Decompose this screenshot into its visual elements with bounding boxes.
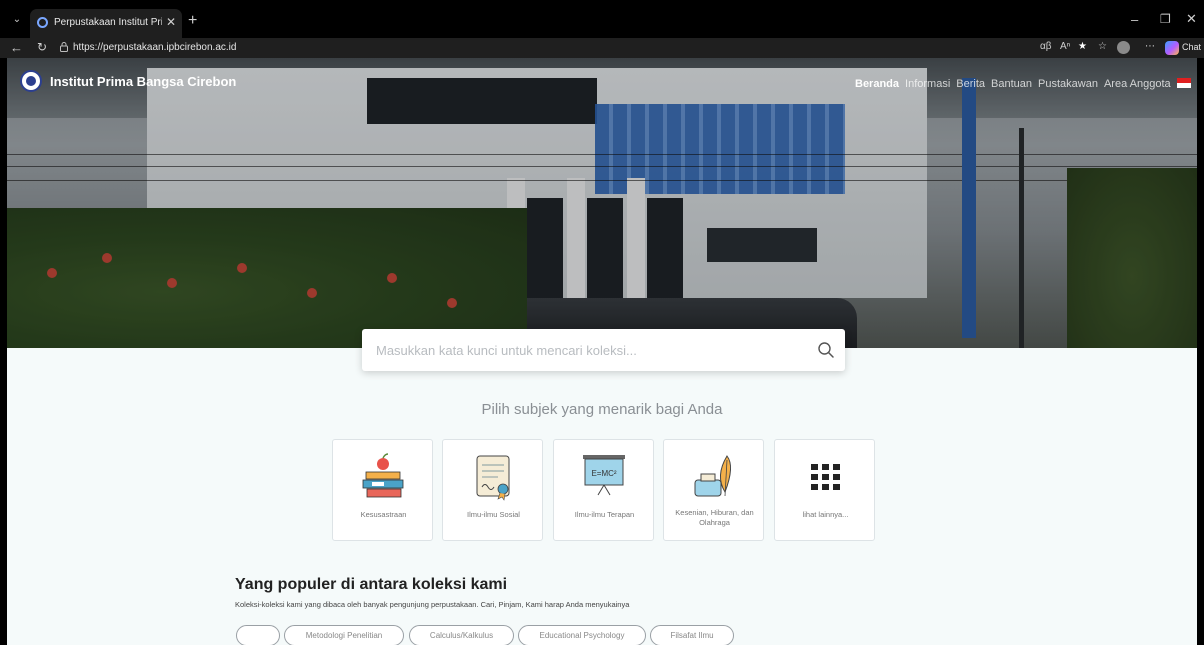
popular-title: Yang populer di antara koleksi kami <box>235 576 508 593</box>
books-apple-icon <box>362 453 404 498</box>
more-icon[interactable]: ⋯ <box>1145 41 1155 53</box>
read-aloud-icon[interactable]: Aⁿ <box>1060 41 1070 53</box>
reload-icon[interactable]: ↻ <box>37 40 47 54</box>
topic-chip-calculus[interactable]: Calculus/Kalkulus <box>409 625 514 645</box>
topic-chip-metodologi[interactable]: Metodologi Penelitian <box>284 625 404 645</box>
page-viewport: Institut Prima Bangsa Cirebon Beranda Inf… <box>7 58 1197 645</box>
subject-card-kesenian[interactable]: Kesenian, Hiburan, dan Olahraga <box>663 439 764 541</box>
subject-label: Ilmu-ilmu Terapan <box>574 510 635 519</box>
nav-item-informasi[interactable]: Informasi <box>905 77 950 91</box>
language-flag-icon[interactable] <box>1176 78 1191 88</box>
formula-text: E=MC² <box>591 469 616 478</box>
new-tab-icon[interactable]: + <box>188 13 197 29</box>
restore-icon[interactable]: ❐ <box>1160 12 1171 26</box>
minimize-icon[interactable]: – <box>1131 12 1138 27</box>
browser-tabbar: ⌄ Perpustakaan Institut Prima Bangsa ✕ +… <box>0 0 1204 38</box>
topic-chip-educational-psychology[interactable]: Educational Psychology <box>518 625 646 645</box>
topic-chip[interactable] <box>236 625 280 645</box>
nav-item-bantuan[interactable]: Bantuan <box>991 77 1032 91</box>
subject-heading: Pilih subjek yang menarik bagi Anda <box>481 401 723 418</box>
favorites-icon[interactable]: ☆ <box>1098 41 1107 53</box>
search-box <box>362 329 845 371</box>
close-icon[interactable]: ✕ <box>166 15 176 29</box>
favorite-star-icon[interactable]: ★ <box>1078 41 1087 53</box>
subject-label: Ilmu-ilmu Sosial <box>467 510 520 519</box>
address-bar: ← ↻ https://perpustakaan.ipbcirebon.ac.i… <box>0 38 1204 58</box>
top-navigation: Beranda Informasi Berita Bantuan Pustakawan A… <box>855 74 1191 91</box>
subject-label: Kesenian, Hiburan, dan Olahraga <box>675 508 754 527</box>
certificate-icon <box>476 455 510 501</box>
chat-label[interactable]: Chat <box>1182 42 1201 52</box>
subject-cards: Kesusastraan Ilmu-ilmu Sosial E=MC² Ilmu… <box>332 439 877 541</box>
subject-card-ilmu-sosial[interactable]: Ilmu-ilmu Sosial <box>442 439 543 541</box>
brand-name: Institut Prima Bangsa Cirebon <box>50 74 237 89</box>
formula-board-icon: E=MC² <box>583 455 625 496</box>
nav-item-berita[interactable]: Berita <box>956 77 985 91</box>
topic-chip-filsafat-ilmu[interactable]: Filsafat Ilmu <box>650 625 734 645</box>
tab-dropdown-icon[interactable]: ⌄ <box>9 14 25 26</box>
subject-label: lihat lainnya... <box>802 510 849 519</box>
url-field[interactable]: https://perpustakaan.ipbcirebon.ac.id <box>54 40 1034 56</box>
nav-item-area-anggota[interactable]: Area Anggota <box>1104 77 1171 91</box>
tab-favicon-icon <box>37 17 48 28</box>
back-icon[interactable]: ← <box>10 40 23 55</box>
window-close-icon[interactable]: ✕ <box>1186 11 1197 27</box>
browser-tab[interactable]: Perpustakaan Institut Prima Bangsa ✕ <box>30 9 182 38</box>
subject-card-kesusastraan[interactable]: Kesusastraan <box>332 439 433 541</box>
subject-card-ilmu-terapan[interactable]: E=MC² Ilmu-ilmu Terapan <box>553 439 654 541</box>
ink-quill-icon <box>694 455 731 497</box>
translate-icon[interactable]: αβ <box>1040 41 1052 53</box>
tab-title: Perpustakaan Institut Prima Bangsa <box>54 17 162 28</box>
subject-label: Kesusastraan <box>360 510 407 519</box>
nav-item-beranda[interactable]: Beranda <box>855 77 899 91</box>
subject-card-lihat-lainnya[interactable]: lihat lainnya... <box>774 439 875 541</box>
institute-logo-icon <box>20 70 42 92</box>
search-input[interactable] <box>376 329 796 371</box>
copilot-icon[interactable] <box>1165 41 1179 55</box>
grid-icon <box>811 464 840 490</box>
popular-description: Koleksi-koleksi kami yang dibaca oleh ba… <box>235 600 630 609</box>
hero-banner: Institut Prima Bangsa Cirebon Beranda Inf… <box>7 58 1197 348</box>
search-icon[interactable] <box>817 341 835 359</box>
lock-icon <box>60 42 68 52</box>
profile-icon[interactable] <box>1117 41 1130 54</box>
nav-item-pustakawan[interactable]: Pustakawan <box>1038 77 1098 91</box>
url-text: https://perpustakaan.ipbcirebon.ac.id <box>73 42 237 53</box>
